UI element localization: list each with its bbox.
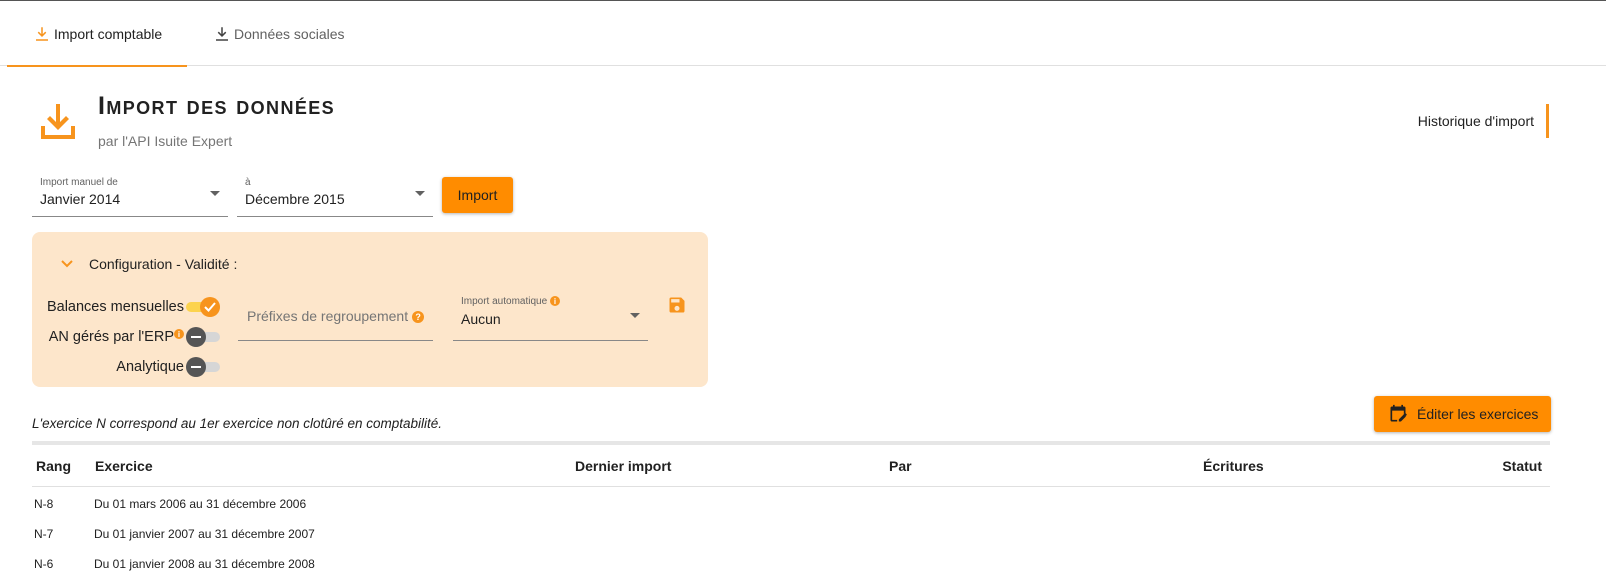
table-row[interactable]: N-6 Du 01 janvier 2008 au 31 décembre 20… [32, 549, 1550, 571]
calendar-edit-icon [1390, 404, 1407, 422]
check-icon [200, 297, 220, 317]
page-subtitle: par l'API Isuite Expert [98, 133, 233, 149]
import-to-value: Décembre 2015 [245, 191, 345, 207]
an-geres-erp-toggle[interactable] [186, 326, 220, 348]
toggle-row-an: AN gérés par l'ERP i [49, 326, 220, 348]
dropdown-arrow-icon [415, 191, 425, 196]
toggle-group: Balances mensuelles AN gérés par l'ERP i … [32, 296, 220, 386]
auto-import-label-text: Import automatique [461, 296, 548, 307]
toggle-row-balances: Balances mensuelles [47, 296, 220, 318]
cell-rang: N-6 [34, 557, 54, 571]
dropdown-arrow-icon [210, 191, 220, 196]
config-title: Configuration - Validité : [89, 256, 238, 272]
tab-bar: Import comptable Données sociales [0, 1, 1606, 67]
column-header-par[interactable]: Par [889, 458, 912, 474]
page-title: Import des données [98, 92, 336, 120]
download-icon [36, 26, 48, 41]
save-icon[interactable] [667, 295, 687, 315]
import-button[interactable]: Import [442, 177, 513, 213]
config-panel: Configuration - Validité : Balances mens… [32, 232, 708, 387]
import-from-value: Janvier 2014 [40, 191, 121, 207]
table-row[interactable]: N-8 Du 01 mars 2006 au 31 décembre 2006 [32, 489, 1550, 519]
column-header-dernier-import[interactable]: Dernier import [575, 458, 671, 474]
cell-exercice: Du 01 janvier 2007 au 31 décembre 2007 [94, 527, 315, 541]
info-icon[interactable]: i [549, 296, 560, 306]
help-icon[interactable]: ? [412, 311, 425, 323]
toggle-label: Analytique [116, 359, 184, 375]
cell-exercice: Du 01 janvier 2008 au 31 décembre 2008 [94, 557, 315, 571]
column-header-statut[interactable]: Statut [1502, 458, 1542, 474]
tab-donnees-sociales[interactable]: Données sociales [213, 1, 363, 66]
auto-import-select[interactable]: Import automatique i Aucun [453, 294, 648, 341]
edit-exercices-label: Éditer les exercices [1417, 406, 1539, 422]
info-icon[interactable]: i [174, 329, 184, 339]
prefix-placeholder: Préfixes de regroupement? [247, 308, 425, 324]
import-to-label: à [245, 177, 251, 188]
history-link[interactable]: Historique d'import [1418, 104, 1549, 138]
toggle-label: Balances mensuelles [46, 299, 184, 315]
minus-icon [186, 327, 206, 347]
import-from-label: Import manuel de [40, 177, 118, 188]
edit-exercices-button[interactable]: Éditer les exercices [1374, 396, 1551, 432]
dropdown-arrow-icon [630, 313, 640, 318]
download-icon [216, 26, 228, 41]
import-from-select[interactable]: Import manuel de Janvier 2014 [32, 177, 228, 217]
import-to-select[interactable]: à Décembre 2015 [237, 177, 433, 217]
chevron-down-icon[interactable] [61, 260, 73, 268]
column-header-exercice[interactable]: Exercice [95, 458, 153, 474]
prefix-input[interactable]: Préfixes de regroupement? [238, 294, 433, 341]
table-divider [32, 441, 1550, 445]
download-icon [41, 104, 75, 139]
analytique-toggle[interactable] [186, 356, 220, 378]
table-row[interactable]: N-7 Du 01 janvier 2007 au 31 décembre 20… [32, 519, 1550, 549]
column-header-ecritures[interactable]: Écritures [1203, 458, 1264, 474]
tab-label: Données sociales [234, 25, 345, 42]
toggle-label-text: AN gérés par l'ERP [48, 329, 174, 345]
exercice-note: L'exercice N correspond au 1er exercice … [32, 416, 443, 431]
prefix-placeholder-text: Préfixes de regroupement [247, 308, 409, 324]
toggle-label: AN gérés par l'ERP i [49, 329, 184, 345]
toggle-row-analytique: Analytique [116, 356, 220, 378]
table-header-divider [32, 486, 1550, 487]
auto-import-label: Import automatique i [461, 296, 560, 307]
tab-label: Import comptable [54, 25, 163, 42]
minus-icon [186, 357, 206, 377]
auto-import-value: Aucun [461, 311, 501, 327]
column-header-rang[interactable]: Rang [36, 458, 71, 474]
cell-rang: N-7 [34, 527, 54, 541]
cell-exercice: Du 01 mars 2006 au 31 décembre 2006 [94, 497, 307, 511]
tab-import-comptable[interactable]: Import comptable [7, 1, 187, 67]
balances-mensuelles-toggle[interactable] [186, 296, 220, 318]
cell-rang: N-8 [34, 497, 54, 511]
